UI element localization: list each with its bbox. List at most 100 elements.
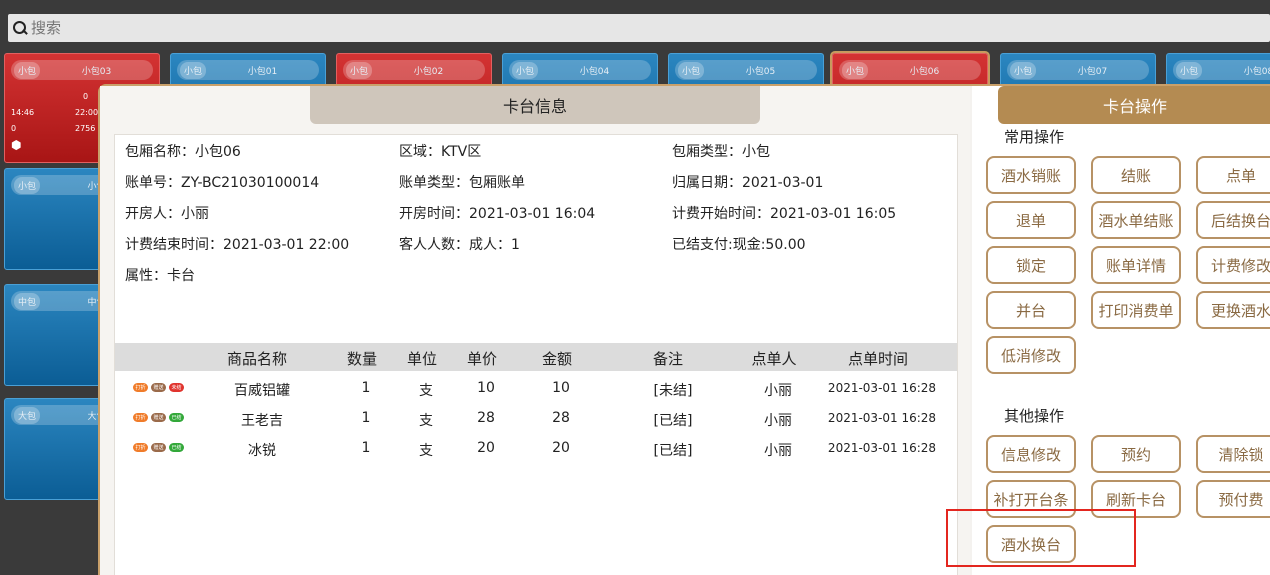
cell-amount: 20 [552, 440, 570, 456]
room-type-tag: 小包 [842, 61, 869, 79]
common-op-button[interactable]: 退单 [986, 201, 1076, 239]
room-tile-stat: 2756 [75, 124, 96, 133]
open-time: 开房时间：2021-03-01 16:04 [399, 206, 596, 222]
search-icon [12, 20, 28, 36]
common-op-button[interactable]: 锁定 [986, 246, 1076, 284]
room-attribute: 属性：卡台 [125, 268, 195, 284]
paid-amount: 已结支付:现金:50.00 [672, 237, 806, 253]
room-type-tag: 小包 [14, 61, 41, 79]
cell-name: 冰锐 [248, 443, 276, 459]
room-name: 包厢名称：小包06 [125, 144, 241, 160]
common-op-button[interactable]: 账单详情 [1091, 246, 1181, 284]
search-input[interactable] [31, 19, 631, 37]
search-bar[interactable] [8, 14, 1270, 42]
common-op-button[interactable]: 酒水销账 [986, 156, 1076, 194]
col-time-header: 点单时间 [847, 350, 909, 368]
room-tile-header: 小包 小包04 [509, 60, 651, 80]
common-op-button[interactable]: 低消修改 [986, 336, 1076, 374]
other-op-button[interactable]: 预付费 [1196, 480, 1270, 518]
room-tile-name: 小包03 [81, 66, 112, 77]
status-badge: 打折 [133, 383, 148, 392]
other-op-button[interactable]: 清除锁 [1196, 435, 1270, 473]
belong-date: 归属日期：2021-03-01 [672, 175, 824, 191]
cell-qty: 1 [361, 440, 371, 456]
charge-end-time: 计费结束时间：2021-03-01 22:00 [125, 237, 350, 253]
room-tile-header: 小包 小包02 [343, 60, 485, 80]
status-badge: 未结 [169, 383, 184, 392]
table-row[interactable]: 打折 赠送 已结 王老吉 1 支 28 28 [已结] 小丽 2021-03-01 16:28 [115, 403, 957, 433]
room-operations-panel: 卡台操作 常用操作 酒水销账 结账 点单 退单 酒水单结账 后结换台 锁定 账单详情 计费修改并… [972, 86, 1270, 575]
room-dialog: 卡台信息 包厢名称：小包06 区域：KTV区 包厢类型：小包 账单号：ZY-BC… [98, 84, 1270, 575]
col-qty-header: 数量 [346, 350, 378, 368]
cell-time: 2021-03-01 16:28 [827, 381, 937, 395]
room-tile-name: 小包01 [247, 66, 278, 77]
common-ops-title: 常用操作 [1004, 128, 1065, 146]
cell-note: [已结] [653, 413, 693, 429]
room-info-panel: 卡台信息 包厢名称：小包06 区域：KTV区 包厢类型：小包 账单号：ZY-BC… [100, 86, 970, 575]
room-tile-header: 小包 小包03 [11, 60, 153, 80]
cell-note: [未结] [653, 383, 693, 399]
room-tile-name: 小包06 [909, 66, 940, 77]
room-tile-header: 小包 小包08 [1173, 60, 1270, 80]
room-type-tag: 小包 [14, 176, 41, 194]
status-badge: 赠送 [151, 383, 166, 392]
guest-count: 客人人数：成人：1 [399, 237, 520, 253]
table-row[interactable]: 打折 赠送 已结 冰锐 1 支 20 20 [已结] 小丽 2021-03-01 16:28 [115, 433, 957, 463]
highlight-box [946, 509, 1136, 567]
room-type-tag: 小包 [180, 61, 207, 79]
room-tile-name: 小包07 [1077, 66, 1108, 77]
cell-amount: 10 [552, 380, 570, 396]
row-badges: 打折 赠送 未结 [133, 383, 184, 392]
common-op-button[interactable]: 后结换台 [1196, 201, 1270, 239]
cell-by: 小丽 [764, 413, 792, 429]
other-op-button[interactable]: 预约 [1091, 435, 1181, 473]
cell-unit: 支 [419, 413, 433, 429]
room-tile-name: 小包05 [745, 66, 776, 77]
room-type-tag: 小包 [512, 61, 539, 79]
cell-unit: 支 [419, 443, 433, 459]
col-note-header: 备注 [652, 350, 684, 368]
cell-amount: 28 [552, 410, 570, 426]
common-op-button[interactable]: 结账 [1091, 156, 1181, 194]
col-unit-header: 单位 [406, 350, 438, 368]
room-tile-header: 小包 小包07 [1007, 60, 1149, 80]
room-type: 包厢类型：小包 [672, 144, 770, 160]
cell-by: 小丽 [764, 383, 792, 399]
room-info-title: 卡台信息 [310, 86, 760, 124]
room-tile-header: 小包 小包01 [177, 60, 319, 80]
status-badge: 打折 [133, 413, 148, 422]
common-op-button[interactable]: 计费修改 [1196, 246, 1270, 284]
room-type-tag: 小包 [346, 61, 373, 79]
room-tile-name: 小包04 [579, 66, 610, 77]
room-info-box: 包厢名称：小包06 区域：KTV区 包厢类型：小包 账单号：ZY-BC21030… [114, 134, 958, 575]
room-type-tag: 中包 [14, 292, 41, 310]
status-badge: 已结 [169, 413, 184, 422]
common-op-button[interactable]: 并台 [986, 291, 1076, 329]
table-row[interactable]: 打折 赠送 未结 百威铝罐 1 支 10 10 [未结] 小丽 2021-03-01 16:28 [115, 373, 957, 403]
col-name-header: 商品名称 [226, 350, 288, 368]
cell-name: 王老吉 [241, 413, 283, 429]
common-op-button[interactable]: 更换酒水 [1196, 291, 1270, 329]
room-tile-stat: 0 [83, 92, 89, 101]
cell-time: 2021-03-01 16:28 [827, 411, 937, 425]
col-amount-header: 金额 [541, 350, 573, 368]
common-op-button[interactable]: 酒水单结账 [1091, 201, 1181, 239]
status-badge: 赠送 [151, 443, 166, 452]
cell-by: 小丽 [764, 443, 792, 459]
room-tile-name: 小包08 [1243, 66, 1270, 77]
room-type-tag: 小包 [678, 61, 705, 79]
common-op-button[interactable]: 点单 [1196, 156, 1270, 194]
room-tile-header: 小包 小包06 [839, 60, 981, 80]
common-op-button[interactable]: 打印消费单 [1091, 291, 1181, 329]
cell-unit: 支 [419, 383, 433, 399]
row-badges: 打折 赠送 已结 [133, 413, 184, 422]
cube-icon: ⬢ [11, 138, 22, 152]
status-badge: 赠送 [151, 413, 166, 422]
room-tile-name: 小包02 [413, 66, 444, 77]
cell-price: 10 [477, 380, 495, 396]
cell-price: 20 [477, 440, 495, 456]
other-op-button[interactable]: 信息修改 [986, 435, 1076, 473]
room-tile-header: 小包 小包05 [675, 60, 817, 80]
room-type-tag: 小包 [1176, 61, 1203, 79]
cell-time: 2021-03-01 16:28 [827, 441, 937, 455]
